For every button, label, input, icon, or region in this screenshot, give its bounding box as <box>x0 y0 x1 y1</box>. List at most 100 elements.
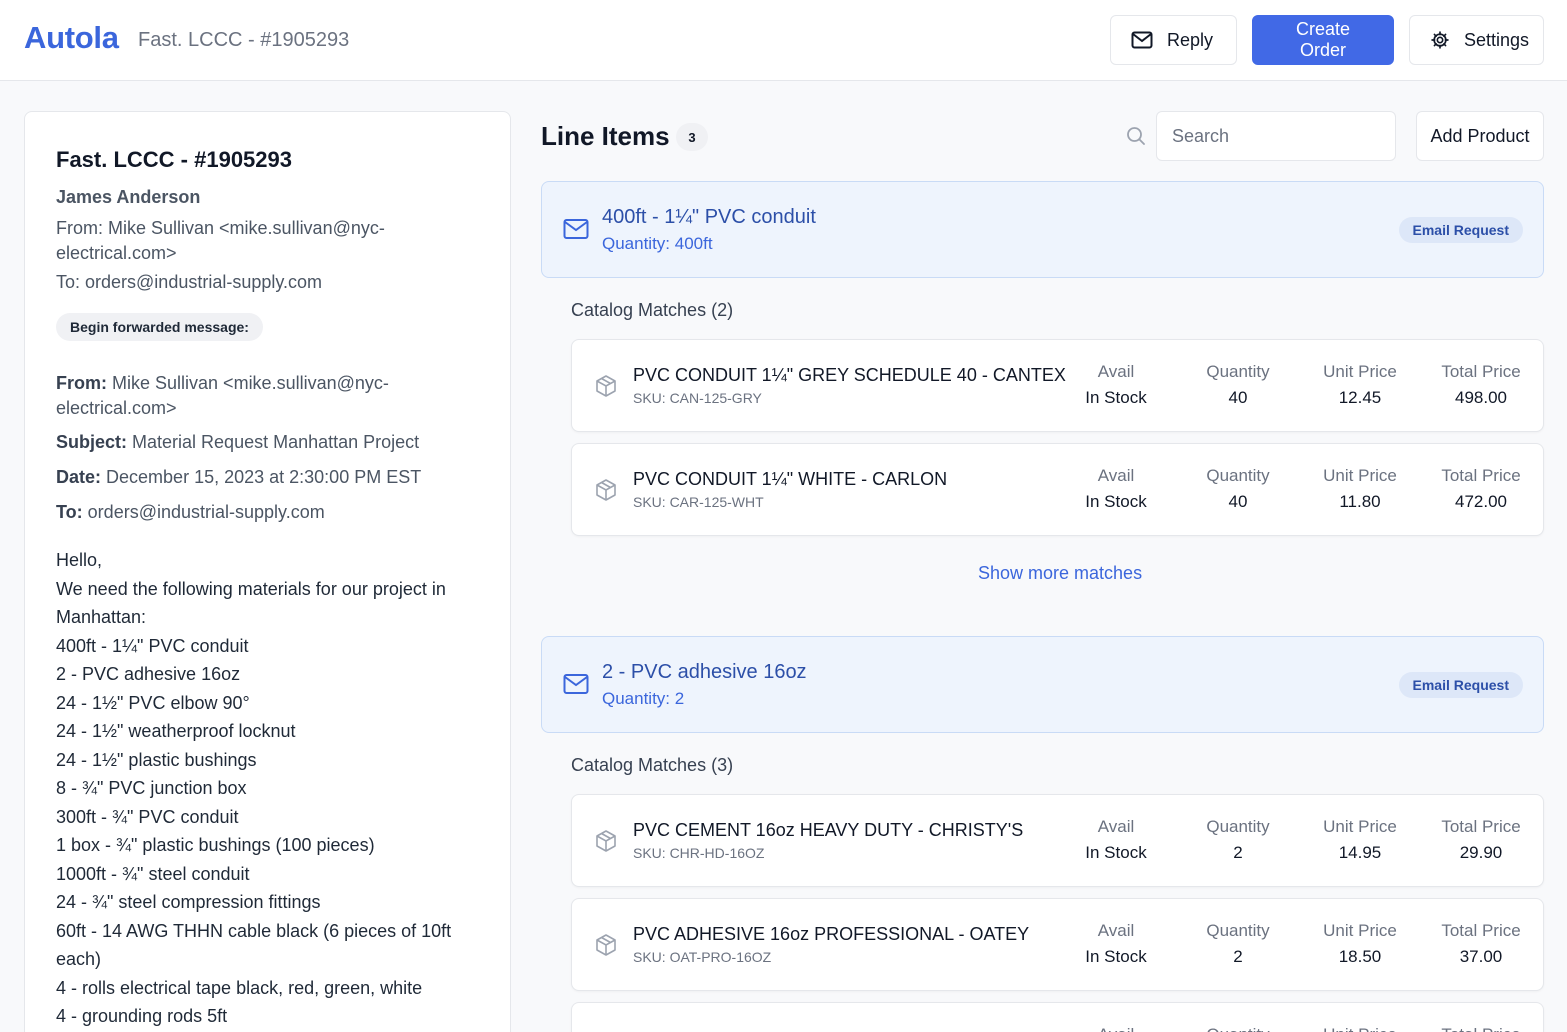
catalog-match-card[interactable]: PVC CONDUIT 1¼" WHITE - CARLON SKU: CAR-… <box>571 443 1544 536</box>
email-title: Fast. LCCC - #1905293 <box>56 147 292 172</box>
line-item-request[interactable]: 400ft - 1¼" PVC conduit Quantity: 400ft … <box>541 181 1544 278</box>
quantity-value: 40 <box>1228 492 1248 511</box>
avail-column: Avail In Stock <box>1061 921 1171 967</box>
quantity-column: Quantity 2 <box>1183 921 1293 967</box>
email-request-badge: Email Request <box>1398 672 1523 698</box>
total-price-value: 37.00 <box>1459 947 1503 966</box>
avail-column: Avail In Stock <box>1061 466 1171 512</box>
total-price-header: Total Price <box>1441 817 1521 836</box>
meta-from: From: Mike Sullivan <mike.sullivan@nyc-e… <box>56 371 416 421</box>
product-sku: SKU: CHR-HD-16OZ <box>633 845 765 861</box>
avail-header: Avail <box>1061 1025 1171 1032</box>
total-price-value: 498.00 <box>1455 388 1507 407</box>
package-icon <box>596 479 616 501</box>
from-line: From: Mike Sullivan <mike.sullivan@nyc-e… <box>56 218 385 263</box>
unit-price-header: Unit Price <box>1323 466 1397 485</box>
product-name: PVC CONDUIT 1¼" WHITE - CARLON <box>633 469 948 489</box>
settings-button[interactable]: Settings <box>1409 15 1544 65</box>
body-line: 300ft - ¾" PVC conduit <box>56 806 239 827</box>
unit-price-value: 14.95 <box>1338 843 1382 862</box>
unit-price-header: Unit Price <box>1323 921 1397 940</box>
body-line: 24 - 1½" plastic bushings <box>56 749 257 770</box>
settings-label: Settings <box>1464 29 1530 50</box>
quantity-column: Quantity <box>1183 1025 1293 1032</box>
unit-price-column: Unit Price <box>1305 1025 1415 1032</box>
unit-price-header: Unit Price <box>1323 362 1397 381</box>
product-name: PVC CONDUIT 1¼" GREY SCHEDULE 40 - CANTE… <box>633 365 1066 385</box>
quantity-column: Quantity 2 <box>1183 817 1293 863</box>
quantity-column: Quantity 40 <box>1183 466 1293 512</box>
body-line: 400ft - 1¼" PVC conduit <box>56 635 249 656</box>
body-line: 8 - ¾" PVC junction box <box>56 778 247 798</box>
body-line: 24 - 1½" weatherproof locknut <box>56 721 296 741</box>
catalog-matches-label: Catalog Matches (2) <box>571 300 734 320</box>
add-product-button[interactable]: Add Product <box>1416 111 1544 161</box>
reply-label: Reply <box>1167 29 1214 50</box>
quantity-header: Quantity <box>1206 466 1270 485</box>
meta-to-label: To: <box>56 502 83 522</box>
search-input[interactable] <box>1156 111 1396 161</box>
product-sku: SKU: CAR-125-WHT <box>633 494 764 510</box>
meta-from-label: From: <box>56 373 107 393</box>
avail-header: Avail <box>1097 466 1135 485</box>
avail-header: Avail <box>1097 362 1135 381</box>
product-name: PVC CEMENT 16oz HEAVY DUTY - CHRISTY'S <box>633 820 1024 840</box>
body-line: 24 - 1½" PVC elbow 90° <box>56 692 250 713</box>
unit-price-value: 11.80 <box>1339 492 1381 511</box>
avail-column: Avail <box>1061 1025 1171 1032</box>
create-order-label: Create Order <box>1295 19 1351 60</box>
breadcrumb: Fast. LCCC - #1905293 <box>138 29 350 51</box>
total-price-value: 29.90 <box>1459 843 1503 862</box>
avail-value: In Stock <box>1085 947 1147 966</box>
meta-to: To: orders@industrial-supply.com <box>56 500 476 525</box>
package-icon <box>596 375 616 397</box>
quantity-header: Quantity <box>1206 921 1270 940</box>
body-line: 4 - rolls electrical tape black, red, gr… <box>56 977 423 998</box>
quantity-header: Quantity <box>1206 362 1270 381</box>
email-body: Hello, We need the following materials f… <box>56 546 466 1031</box>
unit-price-column: Unit Price 14.95 <box>1305 817 1415 863</box>
catalog-match-card[interactable]: PVC ADHESIVE 16oz PROFESSIONAL - OATEY S… <box>571 898 1544 991</box>
line-item-request[interactable]: 2 - PVC adhesive 16oz Quantity: 2 Email … <box>541 636 1544 733</box>
total-price-column: Total Price 37.00 <box>1426 921 1536 967</box>
unit-price-value: 12.45 <box>1338 388 1382 407</box>
quantity-column: Quantity 40 <box>1183 362 1293 408</box>
meta-subject-value: Material Request Manhattan Project <box>132 432 420 452</box>
package-icon <box>596 830 616 852</box>
app-logo[interactable]: Autola <box>24 20 119 56</box>
meta-date-label: Date: <box>56 467 102 487</box>
avail-header: Avail <box>1097 817 1135 836</box>
body-line: 60ft - 14 AWG THHN cable black (6 pieces… <box>56 920 452 941</box>
catalog-match-card[interactable]: PVC CONDUIT 1¼" GREY SCHEDULE 40 - CANTE… <box>571 339 1544 432</box>
catalog-match-card[interactable]: Avail Quantity Unit Price Total Price <box>571 1002 1544 1032</box>
unit-price-header: Unit Price <box>1305 1025 1415 1032</box>
request-title: 400ft - 1¼" PVC conduit <box>602 206 816 228</box>
avail-value: In Stock <box>1085 843 1147 862</box>
meta-date: Date: December 15, 2023 at 2:30:00 PM ES… <box>56 465 476 490</box>
quantity-header: Quantity <box>1183 1025 1293 1032</box>
create-order-button[interactable]: Create Order <box>1252 15 1394 65</box>
line-items-title: Line Items <box>541 121 670 151</box>
body-line: We need the following materials for our … <box>56 578 446 599</box>
body-line: 2 - PVC adhesive 16oz <box>56 664 241 684</box>
meta-to-value: orders@industrial-supply.com <box>87 502 325 522</box>
show-more-matches-link[interactable]: Show more matches <box>978 563 1142 584</box>
catalog-match-card[interactable]: PVC CEMENT 16oz HEAVY DUTY - CHRISTY'S S… <box>571 794 1544 887</box>
avail-header: Avail <box>1097 921 1135 940</box>
total-price-column: Total Price 472.00 <box>1426 466 1536 512</box>
avail-value: In Stock <box>1085 388 1147 407</box>
email-request-badge: Email Request <box>1398 217 1523 243</box>
total-price-header: Total Price <box>1441 921 1521 940</box>
package-icon <box>596 934 616 956</box>
search-icon <box>1127 127 1145 145</box>
request-quantity: Quantity: 2 <box>602 689 685 708</box>
body-line: Manhattan: <box>56 607 147 627</box>
sender-name: James Anderson <box>56 187 201 207</box>
total-price-header: Total Price <box>1441 362 1521 381</box>
reply-button[interactable]: Reply <box>1110 15 1237 65</box>
body-line: 4 - grounding rods 5ft <box>56 1006 228 1026</box>
request-title: 2 - PVC adhesive 16oz <box>602 661 807 683</box>
meta-subject: Subject: Material Request Manhattan Proj… <box>56 430 476 455</box>
body-line: Hello, <box>56 550 103 570</box>
unit-price-value: 18.50 <box>1338 947 1382 966</box>
